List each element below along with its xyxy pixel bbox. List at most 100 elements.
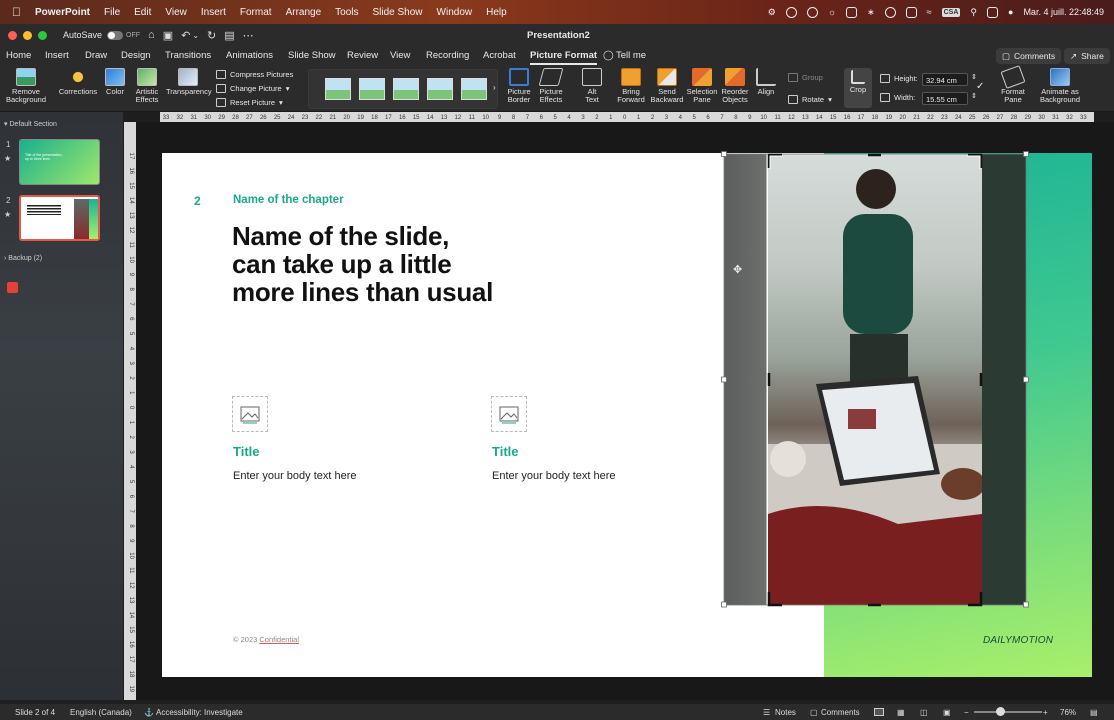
eye-status-icon[interactable] (785, 6, 797, 18)
comments-button[interactable]: ▢ Comments (996, 48, 1062, 64)
rotate-button[interactable]: Rotate ▾ (788, 95, 832, 104)
tab-acrobat[interactable]: Acrobat (483, 50, 516, 61)
arch-status-icon[interactable] (806, 6, 818, 18)
change-picture-button[interactable]: Change Picture ▾ (216, 84, 289, 93)
selection-handles[interactable] (718, 148, 1034, 612)
bluetooth-icon[interactable]: ∗ (867, 7, 875, 18)
picture-placeholder-1[interactable] (232, 396, 268, 432)
column-1-title[interactable]: Title (233, 444, 260, 459)
gear-status-icon[interactable]: ⚙ (768, 7, 776, 18)
zoom-level[interactable]: 76% (1060, 708, 1076, 717)
zoom-in-icon[interactable]: + (1043, 708, 1048, 717)
control-center-icon[interactable] (987, 6, 998, 18)
slide-sorter-icon[interactable]: ▦ (897, 708, 905, 717)
menubar-datetime[interactable]: Mar. 4 juill. 22:48:49 (1023, 7, 1104, 17)
tab-animations[interactable]: Animations (226, 50, 273, 61)
menu-edit[interactable]: Edit (134, 7, 151, 18)
picture-style-2[interactable] (359, 78, 385, 100)
tab-view[interactable]: View (390, 50, 410, 61)
menu-help[interactable]: Help (486, 7, 507, 18)
undo-dropdown-icon[interactable]: ⌄ (192, 31, 199, 40)
tab-transitions[interactable]: Transitions (165, 50, 211, 61)
zoom-out-icon[interactable]: − (964, 708, 969, 717)
selection-pane-button[interactable]: Selection Pane (686, 68, 718, 104)
tab-insert[interactable]: Insert (45, 50, 69, 61)
play-status-icon[interactable] (884, 6, 896, 18)
reorder-objects-button[interactable]: Reorder Objects (720, 68, 750, 104)
tab-draw[interactable]: Draw (85, 50, 107, 61)
fit-to-window-icon[interactable]: ▤ (1090, 708, 1098, 717)
artistic-effects-button[interactable]: Artistic Effects (132, 68, 162, 104)
height-stepper[interactable]: ⇕ (971, 73, 977, 81)
picture-placeholder-2[interactable] (491, 396, 527, 432)
tab-picture-format[interactable]: Picture Format (530, 50, 598, 65)
transparency-button[interactable]: Transparency (166, 68, 212, 96)
reset-picture-button[interactable]: Reset Picture ▾ (216, 98, 283, 107)
autosave-toggle[interactable] (107, 30, 124, 40)
zoom-slider-thumb[interactable] (996, 707, 1005, 716)
battery-icon[interactable] (905, 6, 917, 18)
tab-home[interactable]: Home (6, 50, 31, 61)
corrections-button[interactable]: Corrections (58, 68, 98, 96)
slideshow-view-icon[interactable]: ▣ (943, 708, 951, 717)
lock-aspect-checkmark-icon[interactable]: ✓ (976, 81, 984, 92)
accessibility-status[interactable]: Accessibility: Investigate (156, 708, 243, 717)
menu-arrange[interactable]: Arrange (286, 7, 322, 18)
alt-text-button[interactable]: Alt Text (580, 68, 604, 104)
tab-review[interactable]: Review (347, 50, 378, 61)
spotlight-search-icon[interactable]: ⚲ (970, 7, 977, 18)
start-slideshow-icon[interactable]: ▤ (224, 29, 234, 42)
picture-style-1[interactable] (325, 78, 351, 100)
picture-styles-gallery[interactable]: › (308, 69, 498, 109)
tab-slide-show[interactable]: Slide Show (288, 50, 336, 61)
reading-view-icon[interactable]: ◫ (920, 708, 928, 717)
undo-icon[interactable]: ↶ (181, 29, 190, 42)
notes-button[interactable]: Notes (775, 708, 796, 717)
bring-forward-button[interactable]: Bring Forward (616, 68, 646, 104)
normal-view-icon[interactable] (874, 708, 884, 716)
crop-button[interactable]: Crop (844, 68, 872, 108)
close-window-button[interactable] (8, 30, 17, 40)
menu-tools[interactable]: Tools (335, 7, 358, 18)
menu-insert[interactable]: Insert (201, 7, 226, 18)
slide-title[interactable]: Name of the slide, can take up a little … (232, 222, 493, 306)
minimize-window-button[interactable] (23, 30, 32, 40)
compress-pictures-button[interactable]: Compress Pictures (216, 70, 293, 79)
siri-icon[interactable]: ● (1008, 7, 1013, 17)
menu-file[interactable]: File (104, 7, 120, 18)
picture-effects-button[interactable]: Picture Effects (537, 68, 565, 104)
redo-icon[interactable]: ↻ (207, 29, 216, 42)
signal-status-icon[interactable]: ☼ (828, 7, 836, 17)
input-source-badge[interactable]: CSA (941, 7, 961, 17)
column-2-body[interactable]: Enter your body text here (492, 470, 616, 482)
wifi-icon[interactable]: ≈ (927, 7, 932, 17)
column-2-title[interactable]: Title (492, 444, 519, 459)
picture-style-5[interactable] (461, 78, 487, 100)
format-pane-button[interactable]: Format Pane (996, 65, 1030, 104)
section-default-label[interactable]: ▾ Default Section (4, 120, 57, 128)
gallery-more-icon[interactable]: › (493, 83, 496, 92)
home-icon[interactable]: ⌂ (148, 29, 155, 41)
height-input[interactable]: 32.94 cm (922, 73, 968, 86)
animate-as-background-button[interactable]: Animate as Background (1036, 68, 1084, 104)
remove-background-button[interactable]: Remove Background (4, 68, 48, 104)
picture-border-button[interactable]: Picture Border (504, 68, 534, 104)
picture-style-4[interactable] (427, 78, 453, 100)
calendar-status-icon[interactable] (846, 6, 858, 18)
language-indicator[interactable]: English (Canada) (70, 708, 132, 717)
tab-recording[interactable]: Recording (426, 50, 469, 61)
column-1-body[interactable]: Enter your body text here (233, 470, 357, 482)
section-backup-label[interactable]: › Backup (2) (4, 255, 42, 262)
menu-app-name[interactable]: PowerPoint (35, 7, 90, 18)
zoom-window-button[interactable] (38, 30, 47, 40)
send-backward-button[interactable]: Send Backward (650, 68, 684, 104)
menu-format[interactable]: Format (240, 7, 272, 18)
width-stepper[interactable]: ⇕ (971, 92, 977, 100)
chapter-name[interactable]: Name of the chapter (233, 194, 344, 206)
tab-design[interactable]: Design (121, 50, 151, 61)
more-icon[interactable]: ⋯ (243, 29, 254, 42)
width-input[interactable]: 15.55 cm (922, 92, 968, 105)
group-button[interactable]: Group (788, 73, 823, 82)
align-button[interactable]: Align (753, 68, 779, 96)
picture-style-3[interactable] (393, 78, 419, 100)
